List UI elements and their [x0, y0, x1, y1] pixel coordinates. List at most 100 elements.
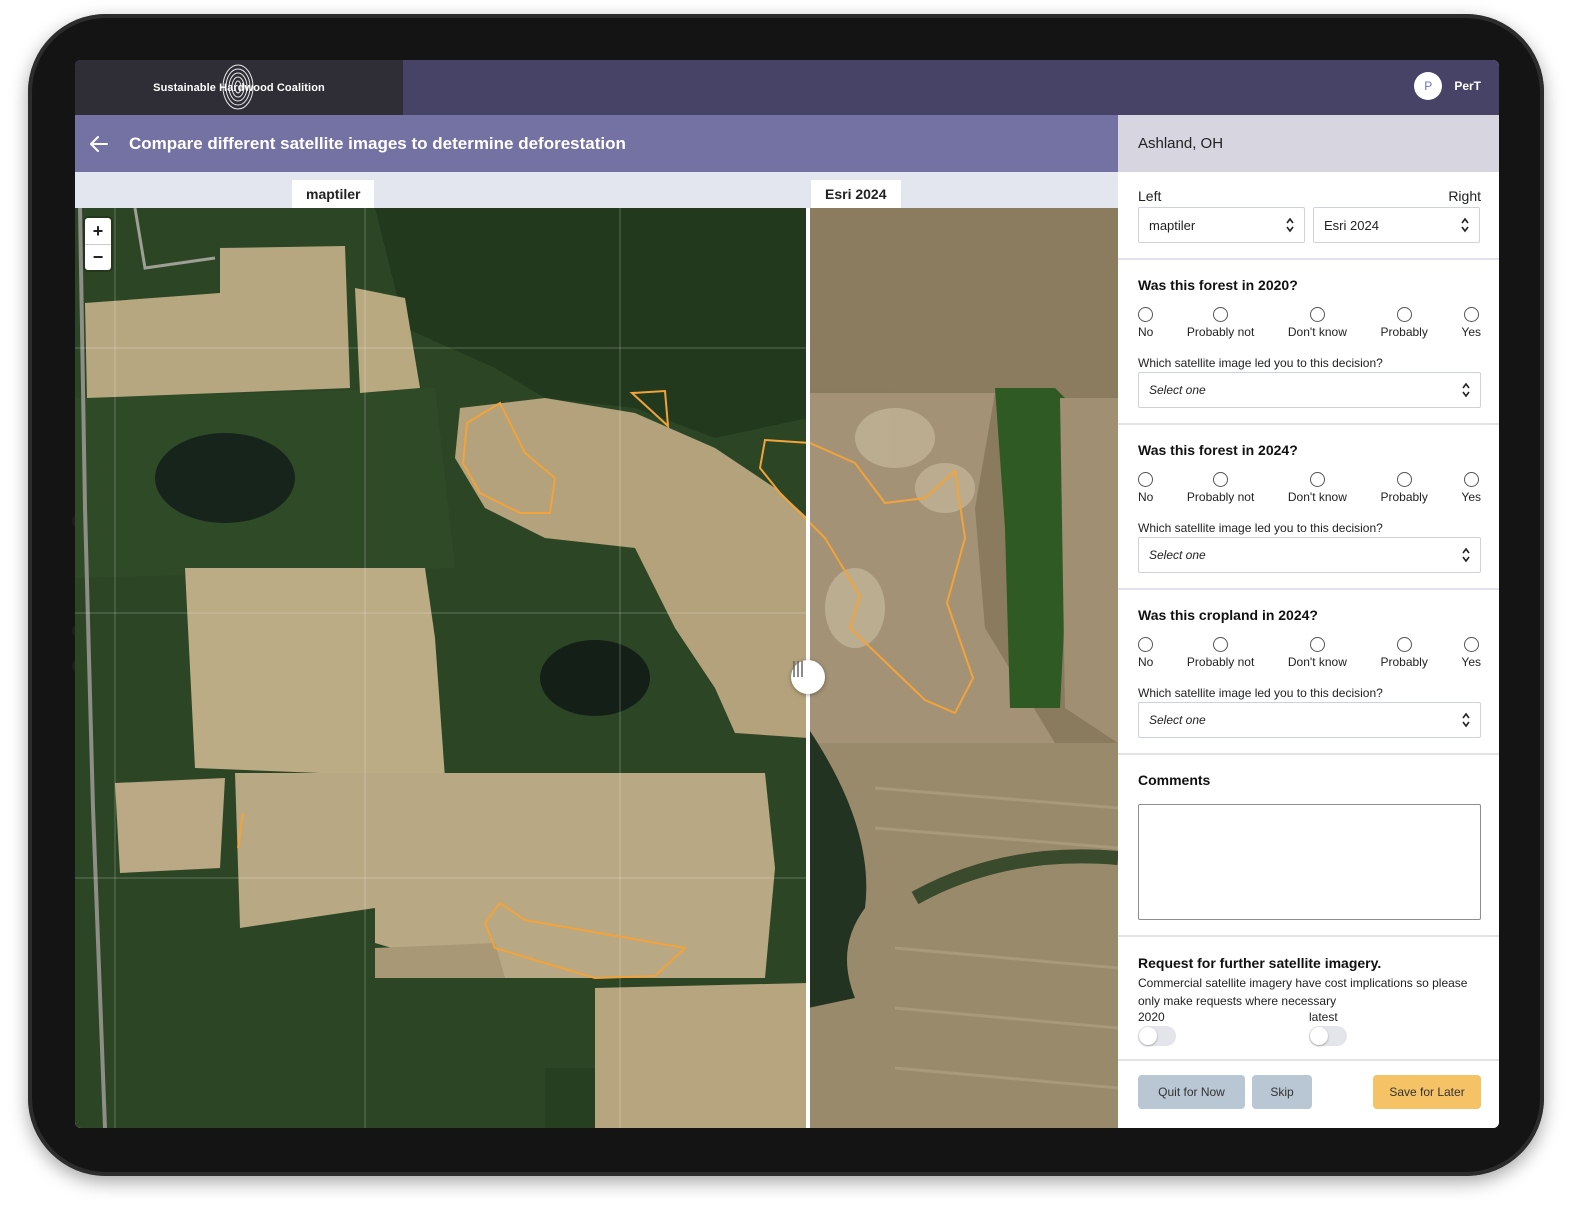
- arrow-left-icon[interactable]: [89, 134, 109, 154]
- app-screen: Sustainable Hardwood Coalition P PerT Co…: [75, 60, 1499, 1128]
- page-title: Compare different satellite images to de…: [129, 133, 626, 153]
- left-layer-value: maptiler: [1149, 217, 1196, 233]
- radio-circle[interactable]: [1138, 637, 1154, 652]
- radio-label: Don't know: [1287, 325, 1347, 339]
- decision-select[interactable]: Select one: [1138, 372, 1481, 408]
- location-header: Ashland, OH: [1118, 115, 1499, 172]
- radio-circle[interactable]: [1463, 637, 1479, 652]
- radio-yes[interactable]: Yes: [1461, 637, 1481, 669]
- radio-circle[interactable]: [1463, 472, 1479, 487]
- left-layer-select[interactable]: maptiler: [1138, 207, 1305, 243]
- radio-circle[interactable]: [1396, 472, 1412, 487]
- toggle-2020-label: 2020: [1138, 1010, 1165, 1024]
- zoom-in-button[interactable]: +: [85, 218, 111, 244]
- request-note: Commercial satellite imagery have cost i…: [1138, 976, 1468, 1008]
- crop-field: [115, 778, 225, 873]
- user-menu[interactable]: P PerT: [1414, 72, 1481, 100]
- radio-label: No: [1138, 655, 1154, 669]
- right-caption: Right: [1448, 188, 1481, 204]
- decision-select-value: Select one: [1149, 383, 1206, 397]
- question-title: Was this cropland in 2024?: [1138, 607, 1318, 623]
- radio-dont-know[interactable]: Don't know: [1288, 472, 1347, 504]
- decision-question: Which satellite image led you to this de…: [1138, 356, 1383, 370]
- radio-dont-know[interactable]: Don't know: [1288, 637, 1347, 669]
- save-for-later-button[interactable]: Save for Later: [1373, 1075, 1481, 1109]
- radio-no[interactable]: No: [1138, 472, 1153, 504]
- radio-yes[interactable]: Yes: [1461, 472, 1481, 504]
- radio-probably-not[interactable]: Probably not: [1187, 637, 1254, 669]
- question-title: Was this forest in 2020?: [1138, 277, 1298, 293]
- radio-label: Yes: [1461, 655, 1481, 669]
- comments-section: Comments: [1118, 755, 1499, 937]
- comparison-map[interactable]: + −: [75, 208, 1118, 1128]
- radio-probably[interactable]: Probably: [1380, 637, 1428, 669]
- decision-select[interactable]: Select one: [1138, 537, 1481, 573]
- chevron-updown-icon: [1286, 217, 1294, 233]
- decision-question: Which satellite image led you to this de…: [1138, 521, 1383, 535]
- radio-circle[interactable]: [1309, 637, 1325, 652]
- radio-no[interactable]: No: [1138, 307, 1153, 339]
- compare-slider-handle[interactable]: [791, 660, 825, 694]
- drag-handle-icon: [793, 661, 803, 677]
- pond: [155, 433, 295, 523]
- radio-label: Probably not: [1186, 655, 1255, 669]
- radio-probably-not[interactable]: Probably not: [1187, 472, 1254, 504]
- imagery-request-section: Request for further satellite imagery. C…: [1118, 937, 1499, 1061]
- bare-field: [1060, 398, 1118, 743]
- left-map-label: maptiler: [292, 180, 375, 208]
- toggle-knob: [1139, 1027, 1157, 1045]
- radio-label: No: [1138, 325, 1154, 339]
- radio-probably[interactable]: Probably: [1380, 472, 1428, 504]
- radio-circle[interactable]: [1309, 307, 1325, 322]
- satellite-imagery[interactable]: [75, 208, 1118, 1128]
- right-map-label: Esri 2024: [811, 180, 901, 208]
- chevron-updown-icon: [1461, 217, 1469, 233]
- radio-circle[interactable]: [1463, 307, 1479, 322]
- brand-logo[interactable]: Sustainable Hardwood Coalition: [75, 60, 403, 115]
- radio-group: No Probably not Don't know Probably Yes: [1138, 307, 1481, 339]
- zoom-out-button[interactable]: −: [85, 244, 111, 270]
- app-top-bar: Sustainable Hardwood Coalition P PerT: [75, 60, 1499, 115]
- quit-button[interactable]: Quit for Now: [1138, 1075, 1245, 1109]
- right-layer-select[interactable]: Esri 2024: [1313, 207, 1480, 243]
- radio-circle[interactable]: [1138, 307, 1154, 322]
- decision-select[interactable]: Select one: [1138, 702, 1481, 738]
- radio-no[interactable]: No: [1138, 637, 1153, 669]
- compare-label-strip: maptiler Esri 2024: [75, 172, 1118, 208]
- page-header: Compare different satellite images to de…: [75, 115, 1118, 172]
- skip-button[interactable]: Skip: [1252, 1075, 1312, 1109]
- layer-select-section: Left Right maptiler Esri 2024: [1118, 172, 1499, 260]
- radio-probably[interactable]: Probably: [1380, 307, 1428, 339]
- radio-label: Probably: [1380, 655, 1428, 669]
- radio-circle[interactable]: [1213, 307, 1229, 322]
- radio-group: No Probably not Don't know Probably Yes: [1138, 472, 1481, 504]
- avatar[interactable]: P: [1414, 72, 1443, 100]
- comments-textarea[interactable]: [1138, 804, 1481, 920]
- radio-dont-know[interactable]: Don't know: [1288, 307, 1347, 339]
- radio-circle[interactable]: [1396, 637, 1412, 652]
- toggle-2020[interactable]: [1138, 1026, 1176, 1046]
- radio-circle[interactable]: [1213, 637, 1229, 652]
- decision-select-value: Select one: [1149, 548, 1206, 562]
- toggle-latest[interactable]: [1309, 1026, 1347, 1046]
- request-title: Request for further satellite imagery.: [1138, 955, 1382, 971]
- bare-field: [808, 743, 1118, 1128]
- radio-label: Yes: [1461, 490, 1481, 504]
- radio-circle[interactable]: [1309, 472, 1325, 487]
- user-name[interactable]: PerT: [1454, 79, 1481, 93]
- radio-yes[interactable]: Yes: [1461, 307, 1481, 339]
- radio-label: Probably not: [1186, 325, 1255, 339]
- crop-field: [595, 983, 808, 1128]
- comments-label: Comments: [1138, 772, 1211, 788]
- radio-circle[interactable]: [1213, 472, 1229, 487]
- radio-circle[interactable]: [1396, 307, 1412, 322]
- question-title: Was this forest in 2024?: [1138, 442, 1298, 458]
- toggle-latest-label: latest: [1309, 1010, 1338, 1024]
- radio-circle[interactable]: [1138, 472, 1154, 487]
- decision-select-value: Select one: [1149, 713, 1206, 727]
- decision-question: Which satellite image led you to this de…: [1138, 686, 1383, 700]
- radio-label: Probably not: [1186, 490, 1255, 504]
- radio-probably-not[interactable]: Probably not: [1187, 307, 1254, 339]
- bare-field: [808, 208, 1118, 398]
- chevron-updown-icon: [1462, 712, 1470, 728]
